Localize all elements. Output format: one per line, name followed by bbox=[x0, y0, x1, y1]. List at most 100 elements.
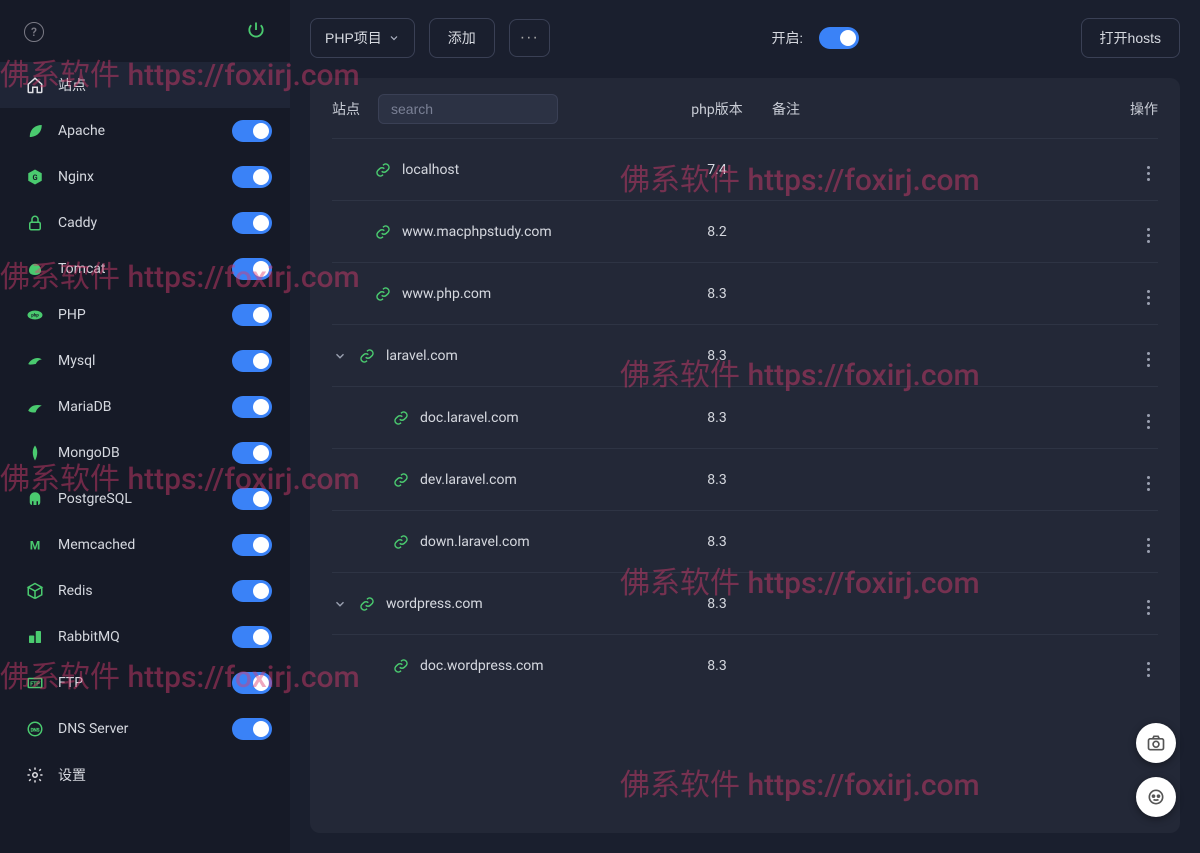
sidebar: ? 站点 Apache G Nginx Caddy Tomcat php PHP… bbox=[0, 0, 290, 853]
table-row[interactable]: doc.wordpress.com 8.3 bbox=[332, 634, 1158, 696]
row-actions-icon[interactable] bbox=[1139, 286, 1158, 309]
link-icon bbox=[358, 347, 376, 365]
row-actions-icon[interactable] bbox=[1139, 596, 1158, 619]
bot-fab[interactable] bbox=[1136, 777, 1176, 817]
service-toggle[interactable] bbox=[232, 396, 272, 418]
site-name: down.laravel.com bbox=[420, 534, 530, 550]
sidebar-item-label: MariaDB bbox=[58, 399, 232, 415]
sidebar-item-站点[interactable]: 站点 bbox=[0, 62, 290, 108]
sidebar-item-dns-server[interactable]: DNS DNS Server bbox=[0, 706, 290, 752]
sidebar-top: ? bbox=[0, 10, 290, 62]
service-toggle[interactable] bbox=[232, 626, 272, 648]
service-toggle[interactable] bbox=[232, 166, 272, 188]
row-actions-icon[interactable] bbox=[1139, 162, 1158, 185]
sidebar-item-label: Apache bbox=[58, 123, 232, 139]
table-row[interactable]: localhost 7.4 bbox=[332, 138, 1158, 200]
table-row[interactable]: doc.laravel.com 8.3 bbox=[332, 386, 1158, 448]
more-button[interactable]: ··· bbox=[509, 19, 550, 57]
power-icon[interactable] bbox=[246, 20, 266, 44]
nginx-icon: G bbox=[24, 168, 46, 186]
seal-icon bbox=[24, 398, 46, 416]
link-icon bbox=[392, 471, 410, 489]
link-icon bbox=[392, 533, 410, 551]
php-version: 7.4 bbox=[662, 162, 772, 178]
row-actions-icon[interactable] bbox=[1139, 224, 1158, 247]
sidebar-item-apache[interactable]: Apache bbox=[0, 108, 290, 154]
row-actions-icon[interactable] bbox=[1139, 534, 1158, 557]
svg-text:FTP: FTP bbox=[30, 681, 40, 687]
dns-icon: DNS bbox=[24, 720, 46, 738]
sidebar-item-memcached[interactable]: M Memcached bbox=[0, 522, 290, 568]
service-toggle[interactable] bbox=[232, 718, 272, 740]
service-toggle[interactable] bbox=[232, 212, 272, 234]
table-row[interactable]: www.php.com 8.3 bbox=[332, 262, 1158, 324]
service-toggle[interactable] bbox=[232, 258, 272, 280]
php-version: 8.2 bbox=[662, 224, 772, 240]
service-toggle[interactable] bbox=[232, 672, 272, 694]
sidebar-item-设置[interactable]: 设置 bbox=[0, 752, 290, 798]
main-area: PHP项目 添加 ··· 开启: 打开hosts 站点 php版本 备注 操作 … bbox=[290, 0, 1200, 853]
sidebar-item-label: PHP bbox=[58, 307, 232, 323]
sidebar-item-mongodb[interactable]: MongoDB bbox=[0, 430, 290, 476]
link-icon bbox=[358, 595, 376, 613]
table-row[interactable]: www.macphpstudy.com 8.2 bbox=[332, 200, 1158, 262]
col-php-label: php版本 bbox=[662, 99, 772, 119]
sidebar-item-tomcat[interactable]: Tomcat bbox=[0, 246, 290, 292]
search-input[interactable] bbox=[378, 94, 558, 124]
help-icon[interactable]: ? bbox=[24, 22, 44, 42]
enable-label: 开启: bbox=[771, 28, 802, 48]
sidebar-item-label: 站点 bbox=[58, 75, 272, 95]
sidebar-item-rabbitmq[interactable]: RabbitMQ bbox=[0, 614, 290, 660]
sidebar-item-label: Caddy bbox=[58, 215, 232, 231]
service-toggle[interactable] bbox=[232, 580, 272, 602]
php-version: 8.3 bbox=[662, 472, 772, 488]
php-icon: php bbox=[24, 306, 46, 324]
project-type-dropdown[interactable]: PHP项目 bbox=[310, 18, 415, 58]
sidebar-item-label: Memcached bbox=[58, 537, 232, 553]
sidebar-item-php[interactable]: php PHP bbox=[0, 292, 290, 338]
service-toggle[interactable] bbox=[232, 442, 272, 464]
enable-toggle[interactable] bbox=[819, 27, 859, 49]
svg-text:M: M bbox=[30, 539, 41, 553]
sidebar-item-ftp[interactable]: FTP FTP bbox=[0, 660, 290, 706]
service-toggle[interactable] bbox=[232, 350, 272, 372]
table-row[interactable]: dev.laravel.com 8.3 bbox=[332, 448, 1158, 510]
add-button[interactable]: 添加 bbox=[429, 18, 495, 58]
row-actions-icon[interactable] bbox=[1139, 410, 1158, 433]
php-version: 8.3 bbox=[662, 596, 772, 612]
row-actions-icon[interactable] bbox=[1139, 472, 1158, 495]
service-toggle[interactable] bbox=[232, 488, 272, 510]
table-row[interactable]: laravel.com 8.3 bbox=[332, 324, 1158, 386]
elephant-icon bbox=[24, 490, 46, 508]
sidebar-item-label: Mysql bbox=[58, 353, 232, 369]
php-version: 8.3 bbox=[662, 658, 772, 674]
sidebar-item-mariadb[interactable]: MariaDB bbox=[0, 384, 290, 430]
sidebar-item-mysql[interactable]: Mysql bbox=[0, 338, 290, 384]
sidebar-item-nginx[interactable]: G Nginx bbox=[0, 154, 290, 200]
link-icon bbox=[392, 657, 410, 675]
site-name: doc.laravel.com bbox=[420, 410, 519, 426]
dolphin-icon bbox=[24, 352, 46, 370]
cube-icon bbox=[24, 582, 46, 600]
service-toggle[interactable] bbox=[232, 534, 272, 556]
sidebar-item-label: Nginx bbox=[58, 169, 232, 185]
sidebar-item-postgresql[interactable]: PostgreSQL bbox=[0, 476, 290, 522]
sidebar-item-label: Tomcat bbox=[58, 261, 232, 277]
site-name: doc.wordpress.com bbox=[420, 658, 544, 674]
table-row[interactable]: down.laravel.com 8.3 bbox=[332, 510, 1158, 572]
service-toggle[interactable] bbox=[232, 120, 272, 142]
site-name: dev.laravel.com bbox=[420, 472, 517, 488]
table-row[interactable]: wordpress.com 8.3 bbox=[332, 572, 1158, 634]
camera-fab[interactable] bbox=[1136, 723, 1176, 763]
link-icon bbox=[374, 285, 392, 303]
sidebar-item-redis[interactable]: Redis bbox=[0, 568, 290, 614]
row-actions-icon[interactable] bbox=[1139, 348, 1158, 371]
service-toggle[interactable] bbox=[232, 304, 272, 326]
chevron-down-icon[interactable] bbox=[332, 349, 348, 363]
sidebar-item-caddy[interactable]: Caddy bbox=[0, 200, 290, 246]
row-actions-icon[interactable] bbox=[1139, 658, 1158, 681]
open-hosts-button[interactable]: 打开hosts bbox=[1081, 18, 1180, 58]
link-icon bbox=[392, 409, 410, 427]
chevron-down-icon[interactable] bbox=[332, 597, 348, 611]
svg-text:DNS: DNS bbox=[31, 727, 40, 733]
